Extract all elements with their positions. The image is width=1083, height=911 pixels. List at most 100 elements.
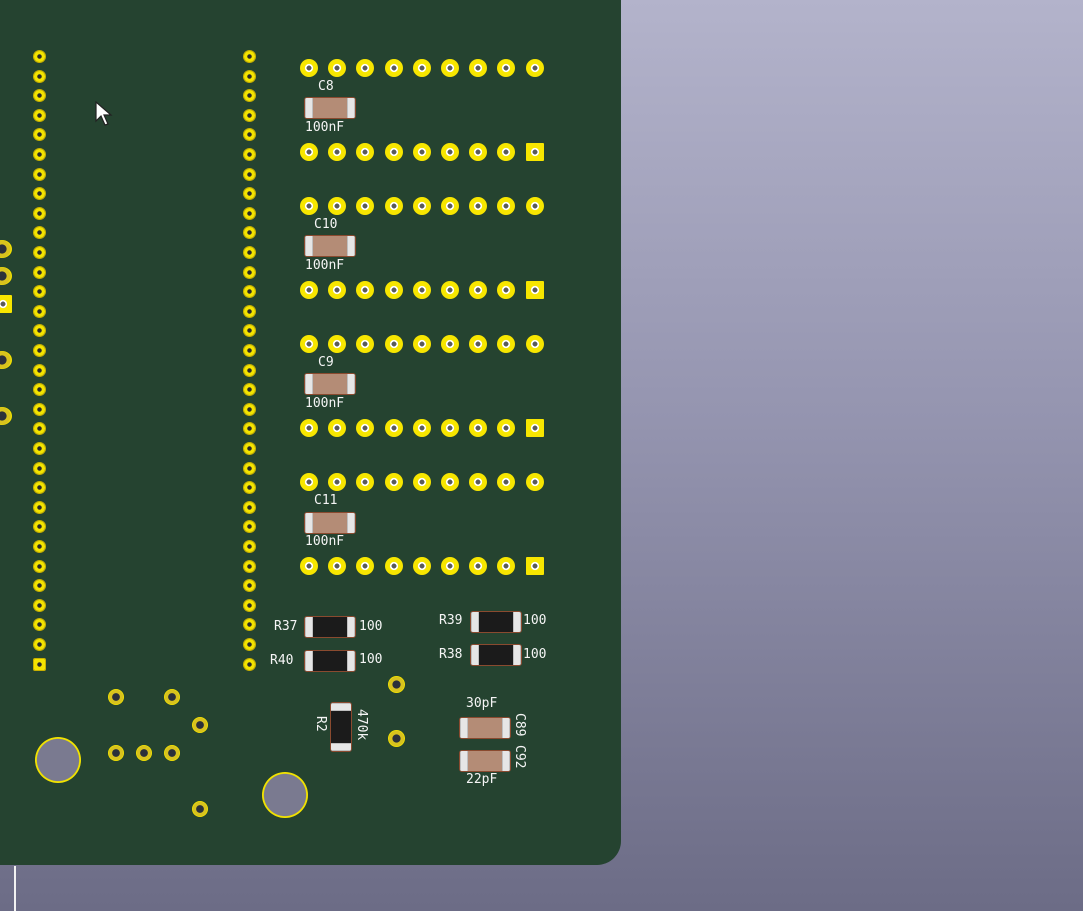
pin-header-pad — [34, 639, 45, 650]
via — [388, 730, 405, 747]
through-hole-pad — [384, 143, 403, 161]
through-hole-pad — [384, 419, 403, 437]
through-hole-pad — [300, 335, 318, 353]
pin-header-pad — [34, 403, 45, 415]
capacitor-body — [459, 750, 511, 772]
pin-header-pad — [34, 70, 45, 82]
resistor-ref: R40 — [270, 653, 294, 668]
pin-header-pad — [244, 541, 255, 552]
resistor-body — [304, 616, 356, 638]
resistor-value: 100 — [523, 647, 547, 662]
mounting-hole — [35, 737, 81, 783]
pin-header-pad — [34, 541, 45, 552]
through-hole-pad — [300, 281, 318, 299]
pin-header-pad — [34, 207, 45, 219]
through-hole-pad — [412, 59, 431, 77]
pin-header-pad — [244, 149, 255, 160]
through-hole-pad — [412, 557, 431, 575]
pin-header-pad — [244, 599, 255, 611]
pin-1-square-pad — [525, 281, 544, 299]
resistor-body — [470, 644, 522, 666]
pin-1-square-pad — [525, 419, 544, 437]
via — [136, 745, 152, 761]
capacitor-body — [304, 373, 356, 395]
square-pad — [0, 295, 12, 313]
pin-header-pad — [34, 599, 45, 611]
pin-header-pad — [34, 345, 45, 356]
through-hole-pad — [300, 473, 318, 491]
capacitor-ref: C89 — [512, 713, 527, 737]
capacitor-value: 100nF — [305, 258, 345, 273]
capacitor-body — [304, 235, 356, 257]
through-hole-pad — [384, 281, 403, 299]
through-hole-pad — [384, 557, 403, 575]
pin-header-pad — [34, 462, 45, 474]
through-hole-pad — [525, 473, 544, 491]
resistor-body — [304, 650, 356, 672]
pin-header-pad — [34, 247, 45, 258]
pin-header-pad — [244, 207, 255, 219]
arrow-pointer-icon — [95, 101, 113, 126]
capacitor-body — [304, 97, 356, 119]
resistor-ref: R2 — [313, 716, 328, 732]
via — [108, 689, 124, 705]
through-hole-pad — [441, 419, 459, 437]
pin-header-pad — [244, 443, 255, 454]
through-hole-pad — [412, 197, 431, 215]
through-hole-pad — [441, 335, 459, 353]
pin-header-pad — [244, 70, 255, 82]
capacitor-value: 30pF — [466, 696, 498, 711]
pin-header-pad — [244, 364, 255, 376]
pin-header-pad — [244, 305, 255, 317]
via — [388, 676, 405, 693]
through-hole-pad — [525, 59, 544, 77]
pin-header-pad — [34, 364, 45, 376]
through-hole-pad — [384, 59, 403, 77]
through-hole-pad — [300, 197, 318, 215]
pin-header-pad — [34, 560, 45, 572]
through-hole-pad — [412, 281, 431, 299]
pin-header-pad — [34, 109, 45, 121]
through-hole-pad — [525, 335, 544, 353]
pin-header-pad — [244, 266, 255, 278]
through-hole-pad — [384, 473, 403, 491]
through-hole-pad — [412, 419, 431, 437]
pin-header-pad — [244, 560, 255, 572]
through-hole-pad — [441, 59, 459, 77]
pin-header-pad — [244, 639, 255, 650]
resistor-body — [330, 702, 352, 752]
resistor-ref: R39 — [439, 613, 463, 628]
pin-header-pad — [244, 403, 255, 415]
pin-header-pad — [34, 168, 45, 180]
capacitor-body — [304, 512, 356, 534]
through-hole-pad — [441, 473, 459, 491]
pin-header-pad — [34, 149, 45, 160]
via — [164, 689, 180, 705]
resistor-value: 100 — [359, 652, 383, 667]
pin-header-pad — [244, 168, 255, 180]
through-hole-pad — [441, 281, 459, 299]
capacitor-ref: C92 — [512, 745, 527, 769]
through-hole-pad — [441, 143, 459, 161]
pin-1-square-pad — [525, 557, 544, 575]
capacitor-ref: C11 — [314, 493, 338, 508]
pin-header-pad — [34, 305, 45, 317]
pin-header-pad — [34, 266, 45, 278]
through-hole-pad — [525, 197, 544, 215]
capacitor-body — [459, 717, 511, 739]
through-hole-pad — [412, 473, 431, 491]
pin-header-pad — [244, 345, 255, 356]
through-hole-pad — [441, 197, 459, 215]
pcb-3d-viewport[interactable]: C8 100nF C10 100nF C9 100nF C11 100nF R3… — [0, 0, 1083, 911]
pin-header-pad — [244, 462, 255, 474]
pin-header-pad-square — [34, 658, 45, 670]
through-hole-pad — [412, 335, 431, 353]
capacitor-value: 100nF — [305, 396, 345, 411]
through-hole-pad — [384, 197, 403, 215]
pin-header-pad — [34, 51, 45, 62]
resistor-value: 470k — [354, 709, 369, 741]
capacitor-value: 22pF — [466, 772, 498, 787]
pin-header-pad — [244, 501, 255, 513]
board-edge-cut-line — [14, 866, 16, 911]
resistor-ref: R38 — [439, 647, 463, 662]
